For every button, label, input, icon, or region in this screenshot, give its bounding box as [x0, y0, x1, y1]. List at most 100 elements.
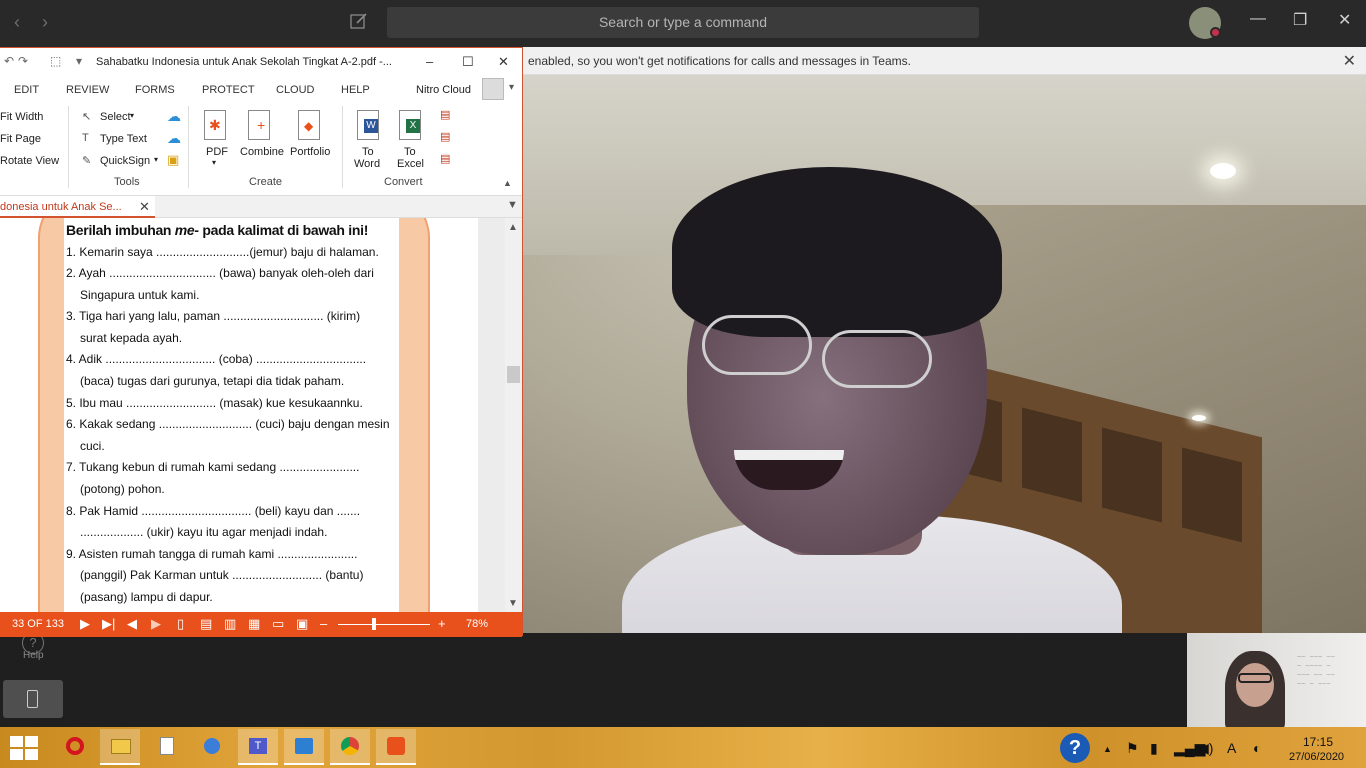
- windows-start-icon[interactable]: [10, 736, 38, 760]
- tab-help[interactable]: HELP: [341, 84, 370, 96]
- facing-continuous-icon[interactable]: ▦: [248, 616, 260, 632]
- vpn-app-icon[interactable]: [192, 729, 232, 765]
- battery-tray-icon[interactable]: ▮: [1150, 740, 1158, 757]
- word-icon[interactable]: W: [357, 110, 379, 140]
- nitro-maximize-button[interactable]: ☐: [462, 54, 474, 70]
- to-word-label-1[interactable]: To: [362, 146, 374, 158]
- undo-icon[interactable]: ↶: [4, 54, 14, 68]
- scroll-down-icon[interactable]: ▼: [508, 598, 518, 609]
- zoom-out-icon[interactable]: –: [320, 616, 327, 631]
- tab-protect[interactable]: PROTECT: [202, 84, 255, 96]
- minimize-button[interactable]: —: [1250, 10, 1266, 28]
- pointer-icon[interactable]: ⬚: [50, 54, 61, 68]
- restore-button[interactable]: ❐: [1293, 10, 1307, 30]
- scrollbar-thumb[interactable]: [507, 366, 520, 383]
- nitro-app-icon[interactable]: [376, 729, 416, 765]
- media-app-icon[interactable]: [284, 729, 324, 765]
- combine-button[interactable]: Combine: [240, 146, 284, 158]
- to-excel-label-2[interactable]: Excel: [397, 158, 424, 170]
- portfolio-button[interactable]: Portfolio: [290, 146, 330, 158]
- last-page-icon[interactable]: ▶|: [102, 616, 115, 632]
- rotate-view-button[interactable]: Rotate View: [0, 155, 59, 167]
- to-excel-label-1[interactable]: To: [404, 146, 416, 158]
- document-view[interactable]: Berilah imbuhan me- pada kalimat di bawa…: [0, 218, 505, 612]
- tab-list-dropdown-icon[interactable]: ▼: [507, 199, 518, 211]
- volume-tray-icon[interactable]: ◀): [1198, 740, 1213, 757]
- page-indicator[interactable]: 33 OF 133: [12, 618, 64, 630]
- teams-app-icon[interactable]: T: [238, 729, 278, 765]
- convert-image-icon[interactable]: ▤: [440, 130, 450, 143]
- single-page-icon[interactable]: ▯: [177, 616, 184, 632]
- redo-icon[interactable]: ↷: [18, 54, 28, 68]
- convert-ppt-icon[interactable]: ▤: [440, 108, 450, 121]
- clock-date[interactable]: 27/06/2020: [1289, 751, 1344, 763]
- combine-icon[interactable]: +: [248, 110, 270, 140]
- fit-icon[interactable]: ▣: [296, 616, 308, 632]
- fit-page-button[interactable]: Fit Page: [0, 133, 41, 145]
- cloud-user-label[interactable]: Nitro Cloud: [416, 84, 471, 96]
- fullscreen-icon[interactable]: ▭: [272, 616, 284, 632]
- tab-forms[interactable]: FORMS: [135, 84, 175, 96]
- tab-review[interactable]: REVIEW: [66, 84, 109, 96]
- user-avatar[interactable]: [482, 78, 504, 100]
- play-icon[interactable]: ▶: [80, 616, 90, 632]
- pdf-icon[interactable]: ✱: [204, 110, 226, 140]
- opera-app-icon[interactable]: [54, 729, 94, 765]
- qat-dropdown-icon[interactable]: ▾: [76, 54, 82, 68]
- excel-icon[interactable]: X: [399, 110, 421, 140]
- quicksign-button[interactable]: QuickSign: [100, 155, 150, 167]
- compose-icon[interactable]: [350, 12, 368, 30]
- previous-view-icon[interactable]: ◀: [127, 616, 137, 632]
- banner-close-icon[interactable]: ✕: [1343, 51, 1356, 71]
- search-input[interactable]: Search or type a command: [387, 7, 979, 38]
- help-label[interactable]: Help: [23, 650, 44, 661]
- facing-page-icon[interactable]: ▥: [224, 616, 236, 632]
- self-view-video[interactable]: ~~ ~~~ ~~ ~ ~~~~ ~ ~~~ ~~ ~~ ~~ ~ ~~~: [1187, 633, 1366, 727]
- exercise-line: cuci.: [80, 439, 105, 453]
- exercise-line: 2. Ayah ................................…: [66, 266, 374, 280]
- stamp-icon[interactable]: ▣: [167, 152, 179, 168]
- night-light-tray-icon[interactable]: ◐: [1253, 740, 1261, 756]
- portfolio-icon[interactable]: ◆: [298, 110, 320, 140]
- select-button[interactable]: Select: [100, 111, 131, 123]
- file-explorer-app-icon[interactable]: [100, 729, 140, 765]
- zoom-slider[interactable]: [338, 624, 430, 625]
- select-icon: ↖: [82, 111, 92, 123]
- quicksign-dropdown-icon[interactable]: ▾: [154, 155, 158, 164]
- tab-edit[interactable]: EDIT: [14, 84, 39, 96]
- pdf-button[interactable]: PDF: [206, 146, 228, 158]
- flag-tray-icon[interactable]: ⚑: [1126, 740, 1139, 757]
- close-button[interactable]: ✕: [1338, 10, 1351, 30]
- chrome-app-icon[interactable]: [330, 729, 370, 765]
- help-tray-icon[interactable]: ?: [1060, 733, 1090, 763]
- scroll-up-icon[interactable]: ▲: [508, 222, 518, 233]
- tab-cloud[interactable]: CLOUD: [276, 84, 315, 96]
- zoom-slider-thumb[interactable]: [372, 618, 376, 630]
- cloud-share-icon[interactable]: ☁: [167, 130, 181, 147]
- back-arrow-icon[interactable]: ‹: [14, 12, 20, 33]
- zoom-level[interactable]: 78%: [466, 618, 488, 630]
- forward-arrow-icon[interactable]: ›: [42, 12, 48, 33]
- nitro-minimize-button[interactable]: –: [426, 54, 433, 69]
- continuous-page-icon[interactable]: ▤: [200, 616, 212, 632]
- document-tab-label[interactable]: donesia untuk Anak Se...: [0, 201, 122, 213]
- show-hidden-icons-icon[interactable]: ▲: [1103, 744, 1112, 754]
- convert-more-icon[interactable]: ▤: [440, 152, 450, 165]
- clock-time[interactable]: 17:15: [1303, 735, 1333, 749]
- notepad-app-icon[interactable]: [146, 729, 186, 765]
- document-tab-close-icon[interactable]: ✕: [139, 199, 150, 215]
- ribbon-options-icon[interactable]: ▾: [509, 82, 514, 93]
- select-dropdown-icon[interactable]: ▾: [130, 111, 134, 120]
- next-view-icon[interactable]: ▶: [151, 616, 161, 632]
- zoom-in-icon[interactable]: +: [438, 616, 446, 631]
- nitro-close-button[interactable]: ✕: [498, 54, 509, 70]
- collapse-ribbon-icon[interactable]: ▲: [503, 178, 512, 188]
- notification-banner: enabled, so you won't get notifications …: [522, 47, 1366, 75]
- cloud-sync-icon[interactable]: ☁: [167, 108, 181, 125]
- input-language-label[interactable]: A: [1227, 740, 1236, 756]
- vertical-scrollbar[interactable]: [505, 218, 522, 612]
- type-text-button[interactable]: Type Text: [100, 133, 147, 145]
- fit-width-button[interactable]: Fit Width: [0, 111, 43, 123]
- pdf-dropdown-icon[interactable]: ▾: [212, 158, 216, 167]
- to-word-label-2[interactable]: Word: [354, 158, 380, 170]
